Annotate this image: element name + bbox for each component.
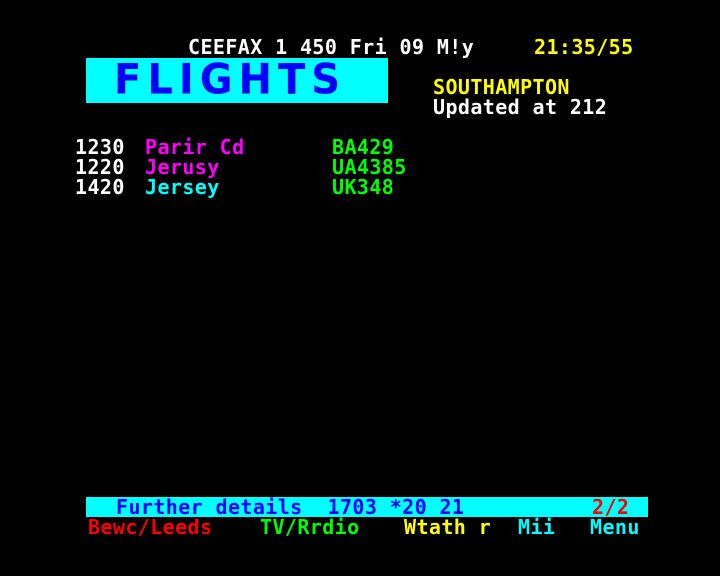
service-header-line: CEEFAX 1 450 Fri 09 M!y xyxy=(188,35,475,59)
airport-location: SOUTHAMPTON xyxy=(433,75,570,99)
flight-number: BA429 xyxy=(332,135,395,159)
fastext-red-link[interactable]: Bewc/Leeds xyxy=(88,517,212,537)
fastext-cyan-link-a[interactable]: Mii xyxy=(518,517,555,537)
flights-logo-banner: FLIGHTS xyxy=(86,58,388,103)
flight-number: UA4385 xyxy=(332,155,407,179)
flight-time: 1420 xyxy=(75,175,125,199)
flights-logo-text: FLIGHTS xyxy=(114,55,347,105)
fastext-cyan-link-menu[interactable]: Menu xyxy=(590,517,640,537)
flight-destination: Jersey xyxy=(145,175,220,199)
flight-destination: Jerusy xyxy=(145,155,220,179)
flight-number: UK348 xyxy=(332,175,395,199)
fastext-yellow-link[interactable]: Wtath r xyxy=(404,517,491,537)
fastext-green-link[interactable]: TV/Rrdio xyxy=(260,517,360,537)
further-details-text: Further details 1703 *20 21 xyxy=(116,495,465,519)
flight-time: 1230 xyxy=(75,135,125,159)
flight-time: 1220 xyxy=(75,155,125,179)
clock: 21:35/55 xyxy=(534,35,634,59)
flight-destination: Parir Cd xyxy=(145,135,245,159)
page-indicator: 2/2 xyxy=(592,495,630,519)
updated-time: Updated at 212 xyxy=(433,95,608,119)
